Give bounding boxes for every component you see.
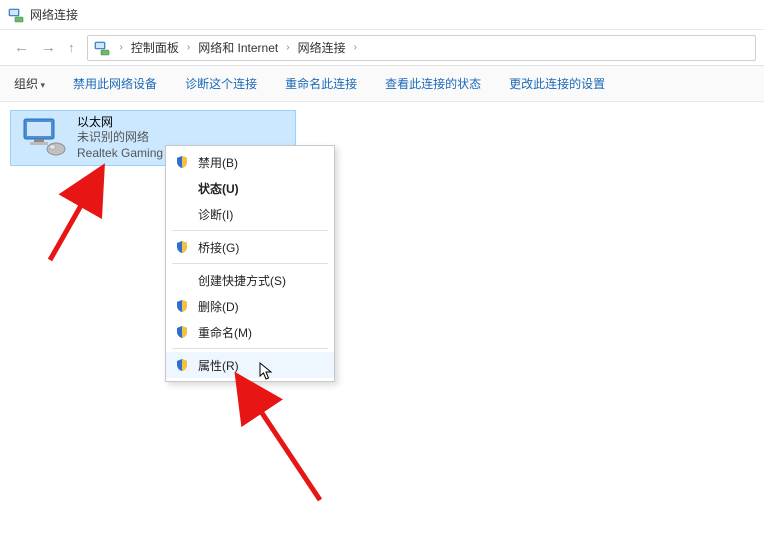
network-connections-icon — [94, 40, 110, 56]
shield-icon — [174, 324, 190, 340]
ctx-diagnose-label: 诊断(I) — [198, 206, 233, 223]
ctx-bridge-label: 桥接(G) — [198, 239, 239, 256]
network-connections-icon — [8, 7, 24, 23]
ctx-disable[interactable]: 禁用(B) — [166, 149, 334, 175]
nav-forward-icon[interactable]: → — [41, 39, 56, 56]
crumb-control-panel[interactable]: 控制面板 — [127, 39, 183, 56]
adapter-name: 以太网 — [77, 115, 163, 131]
window-title: 网络连接 — [30, 6, 78, 23]
toolbar-diagnose[interactable]: 诊断这个连接 — [185, 75, 257, 92]
ctx-delete-label: 删除(D) — [198, 298, 239, 315]
titlebar: 网络连接 — [0, 0, 764, 30]
ctx-rename-label: 重命名(M) — [198, 324, 252, 341]
address-bar: ← → ↑ › 控制面板 › 网络和 Internet › 网络连接 › — [0, 30, 764, 66]
crumb-network-connections[interactable]: 网络连接 — [294, 39, 350, 56]
toolbar-disable-device[interactable]: 禁用此网络设备 — [73, 75, 157, 92]
crumb-network-internet[interactable]: 网络和 Internet — [194, 39, 282, 56]
toolbar-rename[interactable]: 重命名此连接 — [285, 75, 357, 92]
ctx-create-shortcut-label: 创建快捷方式(S) — [198, 272, 286, 289]
ctx-properties[interactable]: 属性(R) — [166, 352, 334, 378]
toolbar-organize[interactable]: 组织 — [14, 75, 45, 92]
content-area: 以太网 未识别的网络 Realtek Gaming — [0, 102, 764, 174]
nav-up-icon[interactable]: ↑ — [68, 40, 75, 55]
ctx-diagnose[interactable]: 诊断(I) — [166, 201, 334, 227]
ctx-separator — [172, 348, 328, 349]
shield-icon — [174, 357, 190, 373]
adapter-status: 未识别的网络 — [77, 130, 163, 146]
ctx-status-label: 状态(U) — [198, 180, 239, 197]
nav-back-icon[interactable]: ← — [14, 39, 29, 56]
toolbar-view-status[interactable]: 查看此连接的状态 — [385, 75, 481, 92]
shield-icon — [174, 298, 190, 314]
ctx-separator — [172, 263, 328, 264]
ethernet-adapter-icon — [19, 116, 67, 160]
ctx-bridge[interactable]: 桥接(G) — [166, 234, 334, 260]
ctx-rename[interactable]: 重命名(M) — [166, 319, 334, 345]
shield-icon — [174, 239, 190, 255]
nav-arrows: ← → ↑ — [8, 39, 81, 56]
adapter-text: 以太网 未识别的网络 Realtek Gaming — [77, 115, 163, 162]
ctx-disable-label: 禁用(B) — [198, 154, 238, 171]
shield-icon — [174, 154, 190, 170]
ctx-status[interactable]: 状态(U) — [166, 175, 334, 201]
toolbar: 组织 禁用此网络设备 诊断这个连接 重命名此连接 查看此连接的状态 更改此连接的… — [0, 66, 764, 102]
breadcrumb[interactable]: › 控制面板 › 网络和 Internet › 网络连接 › — [87, 35, 757, 61]
toolbar-change-settings[interactable]: 更改此连接的设置 — [509, 75, 605, 92]
ctx-separator — [172, 230, 328, 231]
ctx-delete[interactable]: 删除(D) — [166, 293, 334, 319]
context-menu: 禁用(B) 状态(U) 诊断(I) 桥接(G) 创建快捷方式(S) 删除(D) … — [165, 145, 335, 382]
ctx-create-shortcut[interactable]: 创建快捷方式(S) — [166, 267, 334, 293]
ctx-properties-label: 属性(R) — [198, 357, 239, 374]
adapter-device: Realtek Gaming — [77, 146, 163, 162]
